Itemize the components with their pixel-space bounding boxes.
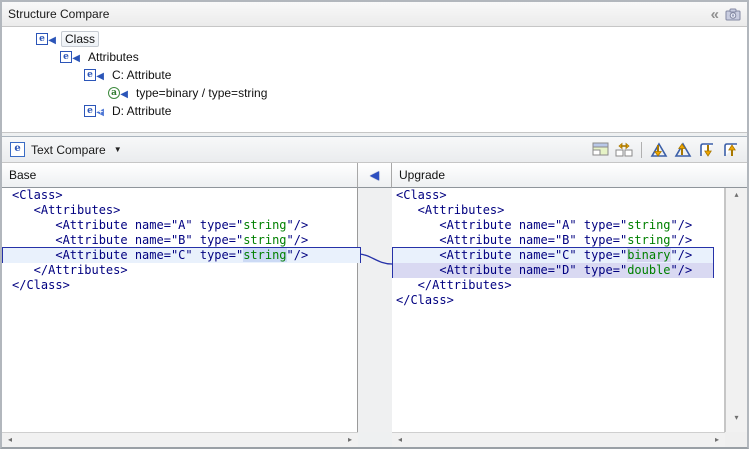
right-pane-title: Upgrade (399, 168, 445, 182)
compare-window: Structure Compare « e◀Classe◀Attributese… (0, 0, 749, 449)
code-line: <Attribute name="A" type="string"/> (2, 218, 357, 233)
code-line: <Class> (2, 188, 357, 203)
code-text: </Attributes> (396, 278, 512, 292)
code-text: "/> (287, 218, 309, 232)
code-text: </Attributes> (12, 263, 128, 277)
code-line: <Attribute name="C" type="binary"/> (392, 248, 724, 263)
code-text: "/> (671, 248, 693, 262)
code-line: <Attribute name="D" type="double"/> (392, 263, 724, 278)
tree-item-label: C: Attribute (109, 68, 174, 82)
changed-token: string (243, 248, 286, 262)
camera-icon[interactable] (725, 8, 741, 21)
tree-item-label: Attributes (85, 50, 142, 64)
code-text: </Class> (12, 278, 70, 292)
tree-item[interactable]: e◀ Class (2, 30, 747, 48)
diff-connector-line (358, 188, 392, 432)
upgrade-code-pane[interactable]: <Class> <Attributes> <Attribute name="A"… (392, 188, 725, 432)
scroll-left-icon[interactable]: ◂ (398, 436, 402, 444)
code-text: string (627, 218, 670, 232)
tree-item-label: D: Attribute (109, 104, 174, 118)
scroll-down-icon[interactable]: ▾ (734, 414, 738, 422)
code-line: <Attributes> (392, 203, 724, 218)
code-text: string (627, 233, 670, 247)
structure-compare-tree[interactable]: e◀ Class e◀ Attributes e◀ C: Attribute a◀ type=… (2, 27, 747, 133)
tree-item[interactable]: e◀+ D: Attribute (2, 102, 747, 120)
code-text: <Attribute name="D" type=" (396, 263, 627, 277)
code-text: </Class> (396, 293, 454, 307)
previous-change-icon[interactable] (721, 141, 741, 159)
text-compare-viewer-icon: e (10, 142, 25, 157)
code-line: </Class> (392, 293, 724, 308)
code-text: <Attribute name="A" type=" (12, 218, 243, 232)
collapse-panel-icon[interactable]: « (711, 7, 717, 22)
left-pane-header: Base (2, 163, 358, 188)
changed-token: binary (627, 248, 670, 262)
element-added-icon: e◀+ (84, 105, 104, 118)
element-changed-icon: e◀ (84, 69, 104, 82)
right-pane-header: Upgrade (392, 163, 747, 188)
gutter-scroll-gap (358, 432, 392, 447)
code-text: "/> (671, 218, 693, 232)
code-line: <Attribute name="B" type="string"/> (392, 233, 724, 248)
compare-area: Base ◀ Upgrade <Class> <Attributes> <Att… (2, 163, 747, 447)
tree-item[interactable]: e◀ Attributes (2, 48, 747, 66)
incoming-change-icon: ◀ (370, 168, 379, 182)
code-text: "/> (287, 233, 309, 247)
code-line: </Attributes> (2, 263, 357, 278)
text-compare-toolbar (590, 141, 741, 159)
structure-compare-title: Structure Compare (8, 7, 711, 21)
tree-item[interactable]: e◀ C: Attribute (2, 66, 747, 84)
code-text: <Attributes> (396, 203, 504, 217)
scroll-right-icon[interactable]: ▸ (715, 436, 719, 444)
tree-item-label: Class (61, 31, 99, 47)
scroll-right-icon[interactable]: ▸ (348, 436, 352, 444)
scrollbar-corner (725, 432, 747, 447)
swap-left-right-icon[interactable] (614, 141, 634, 159)
code-text: <Attribute name="A" type=" (396, 218, 627, 232)
base-code-pane[interactable]: <Class> <Attributes> <Attribute name="A"… (2, 188, 358, 432)
code-line: <Attribute name="C" type="string"/> (2, 248, 357, 263)
left-pane-title: Base (9, 168, 36, 182)
structure-compare-header: Structure Compare « (2, 2, 747, 27)
previous-difference-icon[interactable] (673, 141, 693, 159)
code-text: <Attribute name="C" type=" (396, 248, 627, 262)
tree-item-label: type=binary / type=string (133, 86, 270, 100)
code-text: "/> (287, 248, 309, 262)
code-text: <Attribute name="C" type=" (12, 248, 243, 262)
code-text: "/> (671, 263, 693, 277)
code-line: <Attributes> (2, 203, 357, 218)
tree-item[interactable]: a◀ type=binary / type=string (2, 84, 747, 102)
code-text: <Attributes> (12, 203, 120, 217)
code-text: string (243, 218, 286, 232)
element-changed-icon: e◀ (36, 33, 56, 46)
text-compare-title: Text Compare (31, 143, 106, 157)
viewer-dropdown-icon[interactable]: ▼ (114, 145, 122, 154)
attribute-changed-icon: a◀ (108, 87, 128, 100)
code-text: double (627, 263, 670, 277)
code-text: <Attribute name="B" type=" (396, 233, 627, 247)
code-line: </Class> (2, 278, 357, 293)
direction-header: ◀ (358, 163, 392, 188)
base-horizontal-scrollbar[interactable]: ◂ ▸ (2, 432, 358, 447)
code-line: </Attributes> (392, 278, 724, 293)
upgrade-horizontal-scrollbar[interactable]: ◂ ▸ (392, 432, 725, 447)
toolbar-separator (641, 142, 642, 158)
code-text: <Class> (12, 188, 63, 202)
code-text: <Attribute name="B" type=" (12, 233, 243, 247)
code-text: "/> (671, 233, 693, 247)
vertical-scrollbar[interactable]: ▴ ▾ (725, 188, 747, 432)
code-line: <Attribute name="A" type="string"/> (392, 218, 724, 233)
next-change-icon[interactable] (697, 141, 717, 159)
diff-connector-gutter (358, 188, 392, 432)
code-text: <Class> (396, 188, 447, 202)
code-text: string (243, 233, 286, 247)
text-compare-header: e Text Compare ▼ (2, 136, 747, 163)
next-difference-icon[interactable] (649, 141, 669, 159)
code-line: <Class> (392, 188, 724, 203)
element-changed-icon: e◀ (60, 51, 80, 64)
scroll-up-icon[interactable]: ▴ (734, 191, 738, 199)
code-line: <Attribute name="B" type="string"/> (2, 233, 357, 248)
show-ancestor-pane-icon[interactable] (590, 141, 610, 159)
scroll-left-icon[interactable]: ◂ (8, 436, 12, 444)
